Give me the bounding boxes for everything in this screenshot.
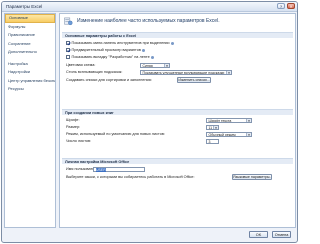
tooltip-style-label: Стиль всплывающих подсказок: xyxy=(66,70,123,74)
sidebar-item-save[interactable]: Сохранение xyxy=(5,40,55,49)
info-icon xyxy=(171,41,175,45)
tooltip-style-select[interactable]: Показывать улучшенные всплывающие подска… xyxy=(140,69,232,75)
chevron-down-icon: ▼ xyxy=(213,125,218,130)
developer-tab-checkbox[interactable] xyxy=(66,55,70,59)
sidebar-item-general[interactable]: Основные xyxy=(5,14,55,23)
sidebar: Основные Формулы Правописание Сохранение… xyxy=(4,13,56,228)
live-preview-label: Предварительный просмотр вариантов xyxy=(71,48,141,52)
create-lists-label: Создавать списки для сортировки и заполн… xyxy=(66,78,152,82)
developer-tab-option[interactable]: Показывать вкладку "Разработчик" на лент… xyxy=(66,54,155,60)
username-value: USER xyxy=(95,167,107,172)
mini-toolbar-label: Показывать мини-панель инструментов при … xyxy=(71,41,170,45)
default-view-value: Обычный режим xyxy=(208,132,236,137)
mini-toolbar-option[interactable]: Показывать мини-панель инструментов при … xyxy=(66,40,175,46)
font-select[interactable]: Шрифт текста ▼ xyxy=(206,117,252,123)
language-settings-button[interactable]: Языковые параметры... xyxy=(232,174,272,180)
font-label: Шрифт: xyxy=(66,118,80,122)
tooltip-style-value: Показывать улучшенные всплывающие подска… xyxy=(142,70,225,75)
ok-button[interactable]: OK xyxy=(249,231,268,238)
color-scheme-value: Синяя xyxy=(142,63,153,68)
font-size-value: 11 xyxy=(208,125,213,130)
language-settings-label: Выберите языки, с которыми вы собираетес… xyxy=(66,175,195,179)
sidebar-item-addins[interactable]: Надстройки xyxy=(5,68,55,77)
font-value: Шрифт текста xyxy=(208,118,232,123)
chevron-down-icon: ▼ xyxy=(226,70,231,75)
sidebar-item-customize[interactable]: Настройка xyxy=(5,60,55,69)
section-new-workbooks: При создании новых книг xyxy=(62,109,293,115)
sheet-count-stepper[interactable]: 3 xyxy=(206,138,219,144)
mini-toolbar-checkbox[interactable] xyxy=(66,41,70,45)
font-size-label: Размер: xyxy=(66,125,81,129)
color-scheme-select[interactable]: Синяя ▼ xyxy=(140,62,170,68)
info-icon xyxy=(151,55,155,59)
sidebar-item-proofing[interactable]: Правописание xyxy=(5,31,55,40)
font-size-select[interactable]: 11 ▼ xyxy=(206,124,219,130)
edit-lists-button[interactable]: Изменить списки... xyxy=(177,77,211,83)
options-header: Изменение наиболее часто используемых па… xyxy=(77,18,220,24)
options-window: Параметры Excel ? ✕ Основные Формулы Пра… xyxy=(1,1,298,243)
developer-tab-label: Показывать вкладку "Разработчик" на лент… xyxy=(71,55,150,59)
sheet-count-label: Число листов: xyxy=(66,139,92,143)
default-view-select[interactable]: Обычный режим ▼ xyxy=(206,131,252,137)
chevron-down-icon: ▼ xyxy=(164,63,169,68)
options-panel: Изменение наиболее часто используемых па… xyxy=(59,13,296,228)
sidebar-item-resources[interactable]: Ресурсы xyxy=(5,85,55,94)
title-bar: Параметры Excel ? ✕ xyxy=(2,2,297,12)
default-view-label: Режим, используемый по умолчанию для нов… xyxy=(66,132,165,136)
chevron-down-icon: ▼ xyxy=(246,118,251,123)
section-general-options: Основные параметры работы с Excel xyxy=(62,32,293,38)
close-button[interactable]: ✕ xyxy=(287,3,295,9)
window-title: Параметры Excel xyxy=(6,4,43,9)
section-personalize-office: Личная настройка Microsoft Office xyxy=(62,158,293,164)
sidebar-item-advanced[interactable]: Дополнительно xyxy=(5,48,55,57)
sheet-count-value: 3 xyxy=(208,139,211,144)
options-header-icon xyxy=(64,17,73,26)
sidebar-item-formulas[interactable]: Формулы xyxy=(5,23,55,32)
info-icon xyxy=(142,48,146,52)
help-button[interactable]: ? xyxy=(277,3,285,9)
live-preview-option[interactable]: Предварительный просмотр вариантов xyxy=(66,47,146,53)
cancel-button[interactable]: Отмена xyxy=(272,231,291,238)
sidebar-item-trust-center[interactable]: Центр управления безопасностью xyxy=(5,77,55,86)
color-scheme-label: Цветовая схема: xyxy=(66,63,96,67)
chevron-down-icon: ▼ xyxy=(246,132,251,137)
username-input[interactable]: USER xyxy=(93,166,145,172)
live-preview-checkbox[interactable] xyxy=(66,48,70,52)
